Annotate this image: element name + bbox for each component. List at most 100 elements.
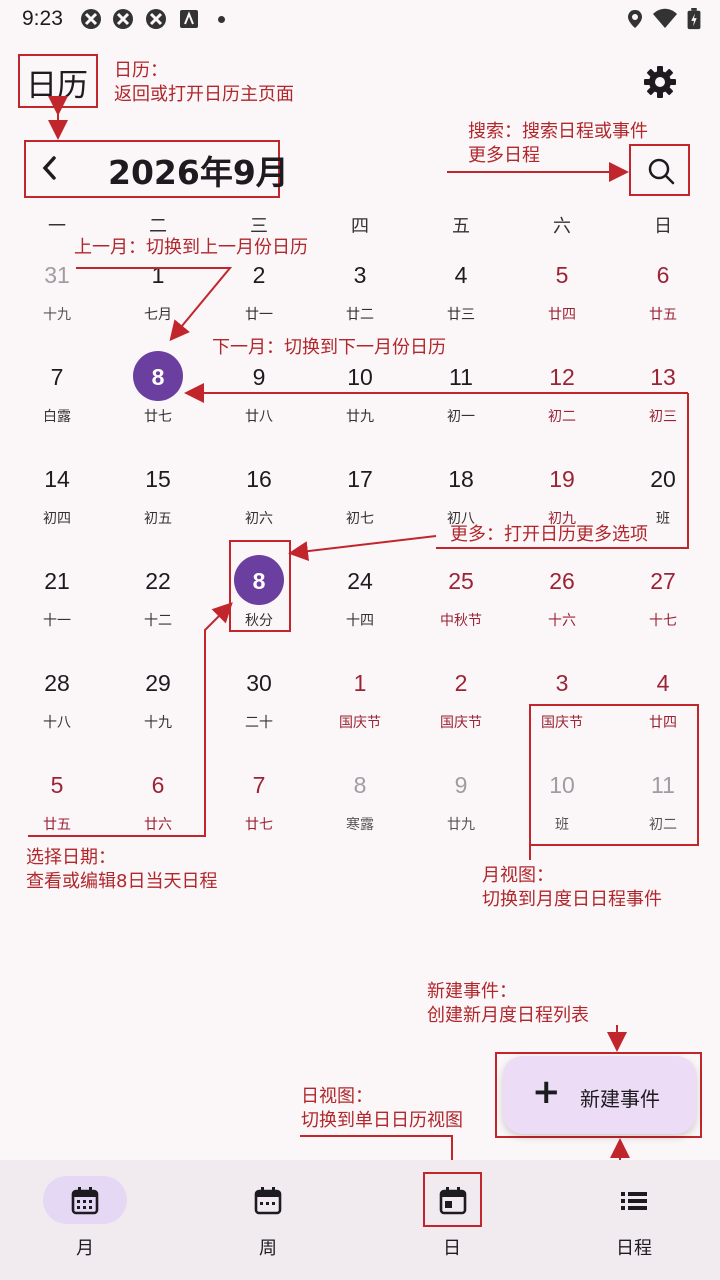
calendar-day-cell[interactable]: 11 初一 bbox=[411, 356, 511, 458]
battery-icon bbox=[687, 8, 701, 30]
day-number: 1 bbox=[353, 670, 367, 696]
status-bar: 9:23 bbox=[0, 0, 720, 40]
day-number: 9 bbox=[454, 772, 468, 798]
day-number: 19 bbox=[549, 466, 575, 492]
day-number: 6 bbox=[151, 772, 165, 798]
lunar-date: 廿二 bbox=[346, 307, 374, 323]
lunar-date: 廿五 bbox=[43, 817, 71, 833]
calendar-day-cell[interactable]: 9 廿九 bbox=[411, 764, 511, 866]
calendar-day-cell[interactable]: 7 廿七 bbox=[209, 764, 309, 866]
calendar-day-cell[interactable]: 12 初二 bbox=[512, 356, 612, 458]
app-title[interactable]: 日历 bbox=[26, 60, 88, 105]
weekday-label: 日 bbox=[654, 216, 672, 237]
lunar-date: 十一 bbox=[43, 613, 71, 629]
weekday-label: 三 bbox=[250, 216, 268, 237]
plus-icon[interactable]: + bbox=[532, 1072, 561, 1112]
day-number: 20 bbox=[650, 466, 676, 492]
lunar-date: 廿九 bbox=[447, 817, 475, 833]
calendar-day-cell[interactable]: 17 初七 bbox=[310, 458, 410, 560]
calendar-day-cell[interactable]: 14 初四 bbox=[7, 458, 107, 560]
app-notification-icon bbox=[81, 9, 101, 29]
lunar-date: 七月 bbox=[144, 307, 172, 323]
lunar-date: 十六 bbox=[548, 613, 576, 629]
calendar-day-cell[interactable]: 6 廿五 bbox=[613, 254, 713, 356]
day-number: 18 bbox=[448, 466, 474, 492]
chevron-left-icon[interactable] bbox=[36, 150, 64, 186]
calendar-month-icon bbox=[71, 1187, 99, 1215]
lunar-date: 国庆节 bbox=[339, 715, 381, 731]
calendar-day-cell[interactable]: 28 十八 bbox=[7, 662, 107, 764]
nav-item-month[interactable]: 月 bbox=[0, 1160, 160, 1280]
day-number: 5 bbox=[50, 772, 64, 798]
calendar-day-cell[interactable]: 27 十七 bbox=[613, 560, 713, 662]
day-number: 3 bbox=[555, 670, 569, 696]
lunar-date: 廿七 bbox=[245, 817, 273, 833]
day-number: 31 bbox=[44, 262, 70, 288]
day-view-highlight-box bbox=[423, 1172, 482, 1227]
calendar-day-cell-selected[interactable]: 8 廿七 bbox=[108, 351, 208, 458]
calendar-day-cell[interactable]: 13 初三 bbox=[613, 356, 713, 458]
annotation-month-view: 月视图： 切换到月度日日程事件 bbox=[482, 865, 662, 910]
nav-item-schedule[interactable]: 日程 bbox=[554, 1160, 714, 1280]
new-event-label[interactable]: 新建事件 bbox=[580, 1083, 660, 1112]
annotation-more: 更多：打开日历更多选项 bbox=[450, 524, 648, 545]
lunar-date: 廿一 bbox=[245, 307, 273, 323]
day-number: 15 bbox=[145, 466, 171, 492]
more-notifications-dot bbox=[218, 16, 225, 23]
calendar-day-cell[interactable]: 5 廿四 bbox=[512, 254, 612, 356]
search-icon[interactable] bbox=[646, 156, 676, 186]
calendar-day-cell[interactable]: 7 白露 bbox=[7, 356, 107, 458]
day-number: 7 bbox=[252, 772, 266, 798]
lunar-date: 初七 bbox=[346, 511, 374, 527]
selected-date-highlight-box bbox=[229, 540, 291, 632]
lunar-date: 国庆节 bbox=[440, 715, 482, 731]
calendar-day-cell[interactable]: 30 二十 bbox=[209, 662, 309, 764]
calendar-day-cell[interactable]: 26 十六 bbox=[512, 560, 612, 662]
calendar-day-cell[interactable]: 31 十九 bbox=[7, 254, 107, 356]
calendar-day-cell[interactable]: 15 初五 bbox=[108, 458, 208, 560]
day-number: 10 bbox=[347, 364, 373, 390]
day-number: 27 bbox=[650, 568, 676, 594]
calendar-day-cell[interactable]: 21 十一 bbox=[7, 560, 107, 662]
day-number: 30 bbox=[246, 670, 272, 696]
calendar-week-icon bbox=[254, 1187, 282, 1215]
day-number: 7 bbox=[50, 364, 64, 390]
day-number: 4 bbox=[656, 670, 670, 696]
calendar-day-cell[interactable]: 1 七月 bbox=[108, 254, 208, 356]
weekday-label: 一 bbox=[48, 216, 66, 237]
font-notification-icon bbox=[180, 10, 198, 28]
lunar-date: 中秋节 bbox=[440, 613, 482, 629]
calendar-day-cell[interactable]: 10 廿九 bbox=[310, 356, 410, 458]
day-number: 28 bbox=[44, 670, 70, 696]
lunar-date: 廿七 bbox=[144, 409, 172, 425]
gear-icon[interactable] bbox=[640, 62, 680, 102]
app-notification-icon bbox=[146, 9, 166, 29]
day-number: 26 bbox=[549, 568, 575, 594]
calendar-day-cell[interactable]: 9 廿八 bbox=[209, 356, 309, 458]
calendar-day-cell[interactable]: 8 寒露 bbox=[310, 764, 410, 866]
lunar-date: 初六 bbox=[245, 511, 273, 527]
nav-item-week[interactable]: 周 bbox=[188, 1160, 348, 1280]
app-notification-icon bbox=[113, 9, 133, 29]
day-number: 14 bbox=[44, 466, 70, 492]
calendar-day-cell[interactable]: 24 十四 bbox=[310, 560, 410, 662]
lunar-date: 廿五 bbox=[649, 307, 677, 323]
list-icon bbox=[621, 1192, 647, 1210]
day-number: 24 bbox=[347, 568, 373, 594]
bottom-navigation: 月 周 日 日程 bbox=[0, 1160, 720, 1280]
weekday-label: 四 bbox=[351, 216, 369, 237]
calendar-day-cell[interactable]: 2 国庆节 bbox=[411, 662, 511, 764]
calendar-day-cell[interactable]: 22 十二 bbox=[108, 560, 208, 662]
lunar-date: 二十 bbox=[245, 715, 273, 731]
day-number: 16 bbox=[246, 466, 272, 492]
day-number: 5 bbox=[555, 262, 569, 288]
calendar-day-cell[interactable]: 1 国庆节 bbox=[310, 662, 410, 764]
lunar-date: 廿九 bbox=[346, 409, 374, 425]
calendar-day-cell[interactable]: 29 十九 bbox=[108, 662, 208, 764]
wifi-icon bbox=[653, 8, 677, 28]
day-number: 8 bbox=[151, 364, 165, 390]
day-number: 8 bbox=[353, 772, 367, 798]
lunar-date: 初四 bbox=[43, 511, 71, 527]
lunar-date: 十九 bbox=[43, 307, 71, 323]
calendar-day-cell[interactable]: 25 中秋节 bbox=[411, 560, 511, 662]
